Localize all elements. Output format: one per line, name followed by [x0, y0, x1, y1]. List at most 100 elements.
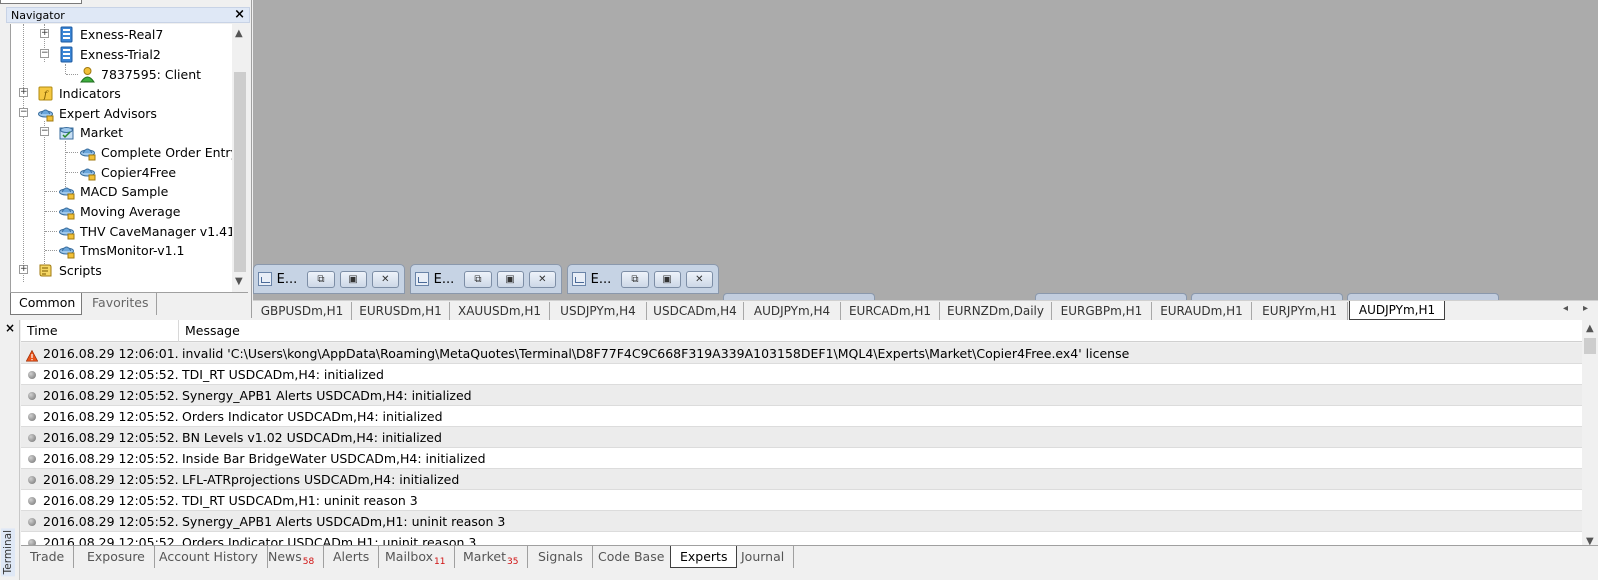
- tree-item-expert-advisors[interactable]: − Expert Advisors: [11, 103, 157, 123]
- terminal-close-button[interactable]: ×: [5, 321, 15, 335]
- tab-experts[interactable]: Experts: [670, 546, 738, 568]
- scroll-down-icon[interactable]: ▼: [235, 276, 243, 287]
- tab-favorites[interactable]: Favorites: [84, 293, 158, 315]
- chart-tab[interactable]: GBPUSDm,H1: [253, 302, 352, 320]
- collapse-icon[interactable]: −: [40, 127, 49, 136]
- tab-label: News: [268, 549, 302, 564]
- tab-trade[interactable]: Trade: [21, 546, 75, 568]
- restore-button[interactable]: ⧉: [464, 270, 492, 288]
- collapse-icon[interactable]: −: [19, 108, 28, 117]
- info-dot-icon: [28, 476, 36, 484]
- chart-tab[interactable]: XAUUSDm,H1: [450, 302, 550, 320]
- tree-item-exness-real7[interactable]: + Exness-Real7: [11, 24, 163, 44]
- tab-code-base[interactable]: Code Base: [589, 546, 675, 568]
- scroll-up-icon[interactable]: ▲: [235, 28, 243, 39]
- tree-item-tmsmonitor[interactable]: TmsMonitor-v1.1: [11, 240, 185, 260]
- table-row[interactable]: 2016.08.29 12:05:52.... LFL-ATRprojectio…: [21, 469, 1582, 490]
- terminal-label: Terminal: [1, 527, 15, 576]
- server-icon: [58, 46, 75, 63]
- tree-item-label: Complete Order Entry: [101, 144, 232, 160]
- tab-alerts[interactable]: Alerts: [324, 546, 380, 568]
- navigator-scrollbar[interactable]: ▲ ▼: [232, 24, 248, 292]
- tree-item-macd-sample[interactable]: MACD Sample: [11, 181, 168, 201]
- warning-icon: [25, 347, 39, 362]
- expert-icon: [58, 223, 75, 240]
- row-message: Synergy_APB1 Alerts USDCADm,H1: uninit r…: [182, 514, 506, 529]
- log-scrollbar[interactable]: ▲ ▼: [1582, 320, 1598, 553]
- navigator-close-button[interactable]: ×: [234, 7, 245, 23]
- chart-tab[interactable]: USDCADm,H4: [647, 302, 744, 320]
- tree-item-copier4free[interactable]: Copier4Free: [11, 162, 176, 182]
- tab-signals[interactable]: Signals: [529, 546, 593, 568]
- scrollbar-thumb[interactable]: [234, 72, 246, 272]
- restore-button[interactable]: ⧉: [621, 270, 649, 288]
- collapse-icon[interactable]: −: [40, 49, 49, 58]
- minimized-chart-window[interactable]: E... ⧉ ▣ ✕: [253, 264, 405, 294]
- table-row[interactable]: 2016.08.29 12:05:52.... Inside Bar Bridg…: [21, 448, 1582, 469]
- column-header-message[interactable]: Message: [179, 320, 1582, 342]
- tree-item-indicators[interactable]: + f Indicators: [11, 83, 121, 103]
- close-button[interactable]: ✕: [685, 270, 713, 288]
- navigator-title: Navigator: [11, 9, 65, 22]
- scroll-left-icon[interactable]: ◂: [1563, 303, 1568, 314]
- table-row[interactable]: 2016.08.29 12:06:01.... invalid 'C:\User…: [21, 343, 1582, 364]
- tree-item-scripts[interactable]: + Scripts: [11, 260, 102, 280]
- table-row[interactable]: 2016.08.29 12:05:52.... Orders Indicator…: [21, 406, 1582, 427]
- scrollbar-thumb[interactable]: [1584, 338, 1596, 354]
- row-time: 2016.08.29 12:05:52....: [43, 451, 178, 466]
- tab-mailbox[interactable]: Mailbox11: [376, 546, 456, 568]
- chart-tab[interactable]: EURUSDm,H1: [352, 302, 450, 320]
- tab-label: Market: [463, 549, 506, 564]
- chart-tab[interactable]: EURAUDm,H1: [1152, 302, 1252, 320]
- tree-item-label: Scripts: [59, 262, 102, 278]
- chart-tab[interactable]: EURGBPm,H1: [1052, 302, 1152, 320]
- scroll-up-icon[interactable]: ▲: [1586, 323, 1594, 334]
- tree-item-account[interactable]: 7837595: Client: [11, 64, 201, 84]
- tree-item-market[interactable]: − Market: [11, 122, 123, 142]
- tree-item-moving-average[interactable]: Moving Average: [11, 201, 180, 221]
- close-button[interactable]: ✕: [528, 270, 556, 288]
- expand-icon[interactable]: +: [19, 265, 28, 274]
- maximize-button[interactable]: ▣: [339, 270, 367, 288]
- maximize-button[interactable]: ▣: [496, 270, 524, 288]
- chart-tab[interactable]: EURJPYm,H1: [1252, 302, 1348, 320]
- terminal-sidebar: × Terminal: [0, 320, 20, 580]
- tab-market[interactable]: Market35: [454, 546, 529, 568]
- info-dot-icon: [28, 455, 36, 463]
- info-dot-icon: [28, 371, 36, 379]
- tree-item-thv-cavemanager[interactable]: THV CaveManager v1.41: [11, 221, 232, 241]
- chart-tab[interactable]: USDJPYm,H4: [550, 302, 647, 320]
- table-row[interactable]: 2016.08.29 12:05:52.... TDI_RT USDCADm,H…: [21, 364, 1582, 385]
- expand-icon[interactable]: +: [19, 88, 28, 97]
- tab-news[interactable]: News58: [259, 546, 325, 568]
- tree-item-label: Indicators: [59, 85, 121, 101]
- tab-label: Signals: [538, 549, 583, 564]
- table-row[interactable]: 2016.08.29 12:05:52.... Synergy_APB1 Ale…: [21, 385, 1582, 406]
- maximize-button[interactable]: ▣: [653, 270, 681, 288]
- tab-exposure[interactable]: Exposure: [78, 546, 155, 568]
- close-button[interactable]: ✕: [371, 270, 399, 288]
- tree-item-complete-order-entry[interactable]: Complete Order Entry: [11, 142, 232, 162]
- tab-common[interactable]: Common: [10, 293, 82, 315]
- table-row[interactable]: 2016.08.29 12:05:52.... Synergy_APB1 Ale…: [21, 511, 1582, 532]
- table-row[interactable]: 2016.08.29 12:05:52.... TDI_RT USDCADm,H…: [21, 490, 1582, 511]
- chart-tab[interactable]: EURCADm,H1: [841, 302, 940, 320]
- table-row[interactable]: 2016.08.29 12:05:52.... BN Levels v1.02 …: [21, 427, 1582, 448]
- minimized-chart-window[interactable]: E... ⧉ ▣ ✕: [410, 264, 562, 294]
- tree-item-label: Copier4Free: [101, 164, 177, 180]
- scroll-right-icon[interactable]: ▸: [1583, 303, 1588, 314]
- chart-tab[interactable]: EURNZDm,Daily: [940, 302, 1052, 320]
- tab-account-history[interactable]: Account History: [150, 546, 268, 568]
- navigator-tabs: Common Favorites: [10, 292, 248, 316]
- expert-folder-icon: [58, 124, 75, 141]
- expert-icon: [79, 144, 96, 161]
- chart-tab[interactable]: AUDJPYm,H4: [744, 302, 841, 320]
- chart-tab-active[interactable]: AUDJPYm,H1: [1349, 301, 1445, 320]
- tab-journal[interactable]: Journal: [732, 546, 795, 568]
- minimized-chart-window[interactable]: E... ⧉ ▣ ✕: [567, 264, 719, 294]
- restore-button[interactable]: ⧉: [307, 270, 335, 288]
- column-header-time[interactable]: Time: [21, 320, 179, 342]
- expand-icon[interactable]: +: [40, 29, 49, 38]
- tree-item-exness-trial2[interactable]: − Exness-Trial2: [11, 44, 161, 64]
- row-message: TDI_RT USDCADm,H1: uninit reason 3: [182, 493, 418, 508]
